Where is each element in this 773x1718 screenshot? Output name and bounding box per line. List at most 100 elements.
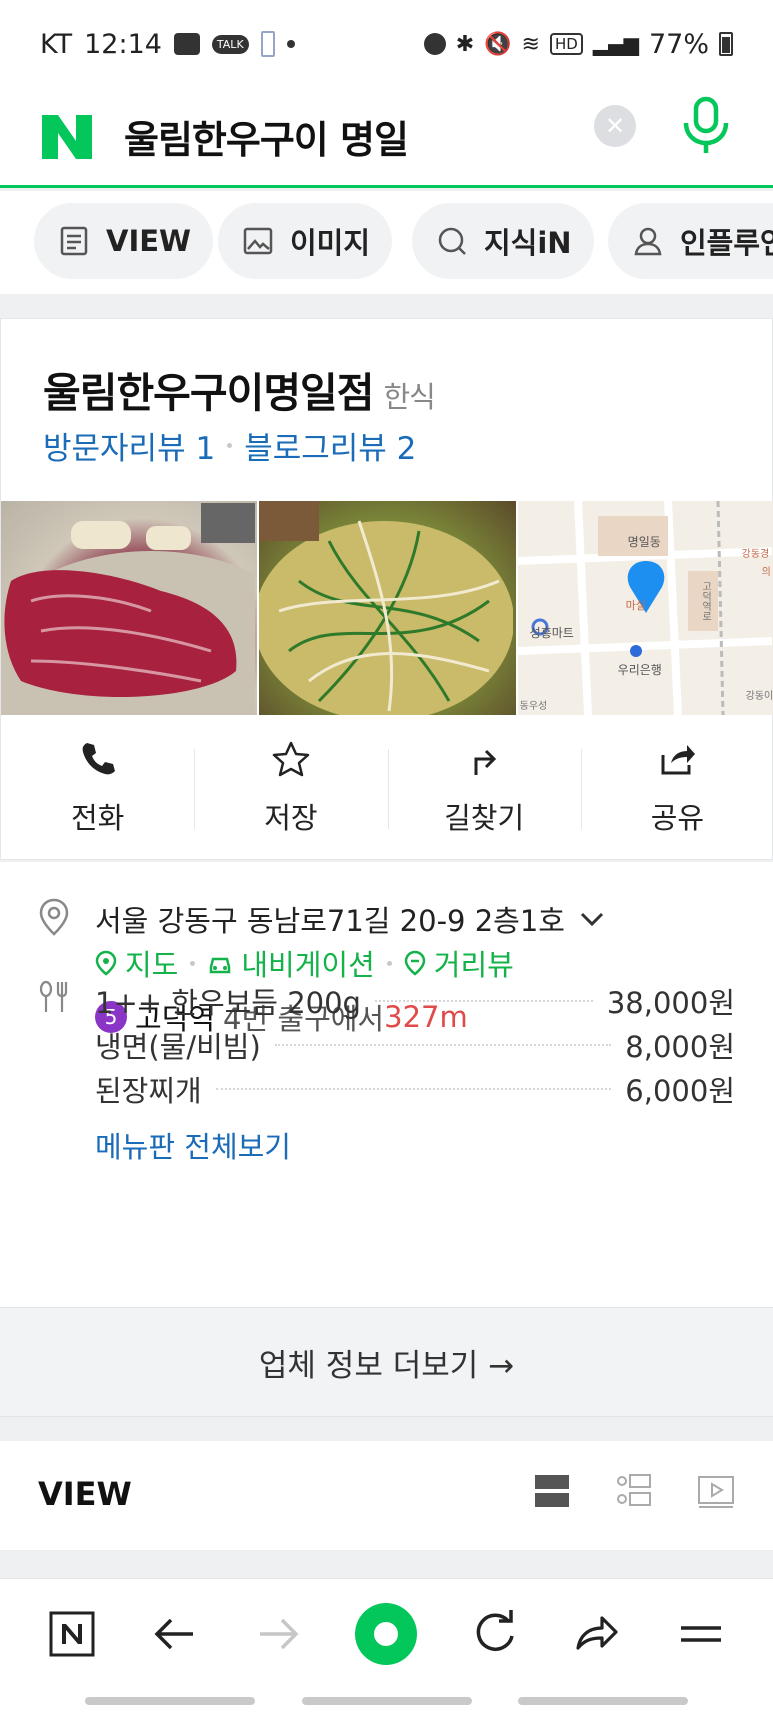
blog-review-link[interactable]: 블로그리뷰 2 <box>244 423 416 468</box>
microphone-icon <box>683 96 729 153</box>
tab-images[interactable]: 이미지 <box>218 203 393 279</box>
green-dot-icon <box>374 1622 399 1646</box>
directions-icon <box>474 749 497 775</box>
streetview-link-label: 거리뷰 <box>433 948 514 982</box>
menu-name: 냉면(물/비빔) <box>95 1030 261 1064</box>
wifi-icon: ≋ <box>521 31 540 57</box>
address-row[interactable]: 서울 강동구 동남로71길 20-9 2층1호 <box>95 898 605 940</box>
map-label-e: 강동경 <box>741 549 770 560</box>
search-bar: 울림한우구이 명일 ✕ <box>0 88 773 188</box>
photo-beef[interactable] <box>1 501 258 715</box>
gesture-handles <box>0 1697 773 1705</box>
menu-icon[interactable] <box>675 1608 727 1660</box>
green-dot-button[interactable] <box>355 1603 418 1665</box>
person-icon <box>634 227 662 256</box>
map-label-f: 강동이 <box>745 691 773 702</box>
map-label-g: 동우성 <box>519 701 548 712</box>
place-category: 한식 <box>383 380 435 414</box>
refresh-icon[interactable] <box>469 1608 521 1660</box>
map-label-i: 의 <box>761 567 771 578</box>
view-section: VIEW <box>0 1441 773 1551</box>
tab-kin[interactable]: 지식iN <box>412 203 594 279</box>
naver-home-icon[interactable] <box>46 1608 98 1660</box>
more-notifications-icon <box>286 40 295 48</box>
menu-dotted-leader <box>215 1088 612 1090</box>
search-input[interactable]: 울림한우구이 명일 <box>124 109 409 164</box>
map-label-h: 고덕역로 <box>699 581 711 621</box>
share-arrow-icon[interactable] <box>572 1608 624 1660</box>
mute-icon: 🔇 <box>484 31 512 57</box>
save-button[interactable]: 저장 <box>194 715 387 861</box>
map-label-a: 명일동 <box>627 535 661 549</box>
menu-name: 된장찌개 <box>95 1074 202 1108</box>
streetview-link[interactable]: 거리뷰 <box>404 942 514 984</box>
category-tabs: VIEW 이미지 지식iN 인플루언 <box>0 191 773 294</box>
gesture-handle <box>85 1697 255 1705</box>
map-label-b: 성흥마트 <box>529 626 574 640</box>
tab-view[interactable]: VIEW <box>34 203 214 279</box>
tab-label: VIEW <box>106 224 192 258</box>
hd-icon: HD <box>549 33 583 55</box>
star-icon <box>272 741 310 777</box>
streetview-pin-icon <box>404 950 426 976</box>
battery-icon <box>719 32 733 56</box>
clear-search-button[interactable]: ✕ <box>594 105 636 147</box>
video-view-icon[interactable] <box>697 1471 735 1511</box>
separator-dot <box>227 443 233 448</box>
menu-item: 1++ 한우보듬 200g 38,000원 <box>95 980 735 1022</box>
tab-label: 이미지 <box>290 226 371 260</box>
alarm-icon <box>423 33 446 55</box>
clock: 12:14 <box>84 28 162 60</box>
menu-full-link[interactable]: 메뉴판 전체보기 <box>95 1124 291 1166</box>
naver-logo-icon[interactable] <box>40 113 94 161</box>
photo-strip: 명일동 성흥마트 우리은행 마실 강동경 강동이 동우성 고덕역로 의 <box>1 501 773 715</box>
place-title[interactable]: 울림한우구이명일점 한식 <box>43 359 436 419</box>
gallery-notification-icon <box>173 33 200 55</box>
tab-influencer[interactable]: 인플루언 <box>608 203 773 279</box>
map-link[interactable]: 지도 <box>95 942 178 984</box>
place-actions: 전화 저장 길찾기 공유 <box>1 715 773 861</box>
menu-price: 38,000원 <box>606 986 735 1020</box>
view-mode-toggles <box>533 1471 735 1511</box>
menu-dotted-leader <box>374 1000 593 1002</box>
menu-utensils-icon <box>39 980 68 1012</box>
bar-notification-icon <box>260 31 275 57</box>
gesture-handle <box>518 1697 688 1705</box>
share-button[interactable]: 공유 <box>580 715 773 861</box>
back-arrow-icon[interactable] <box>149 1608 201 1660</box>
list-view-icon[interactable] <box>615 1471 653 1511</box>
status-bar: KT 12:14 TALK ✱ 🔇 ≋ HD ▂▄▆ 77% <box>0 0 773 88</box>
document-icon <box>60 226 88 256</box>
voice-search-button[interactable] <box>676 93 736 157</box>
view-section-title: VIEW <box>38 1475 132 1513</box>
place-card: 울림한우구이명일점 한식 방문자리뷰 1 블로그리뷰 2 명일동 성흥마트 우리… <box>0 318 773 860</box>
map-links: 지도 내비게이션 거리뷰 <box>95 942 514 984</box>
gesture-handle <box>301 1697 472 1705</box>
call-button[interactable]: 전화 <box>1 715 194 861</box>
address-text: 서울 강동구 동남로71길 20-9 2층1호 <box>95 904 565 938</box>
bluetooth-icon: ✱ <box>455 31 475 57</box>
battery-percent: 77% <box>648 28 709 60</box>
menu-price: 6,000원 <box>625 1074 735 1108</box>
signal-icon: ▂▄▆ <box>592 32 639 56</box>
more-info-button[interactable]: 업체 정보 더보기 → <box>0 1307 773 1417</box>
phone-icon <box>82 743 115 775</box>
directions-button[interactable]: 길찾기 <box>387 715 581 861</box>
search-q-icon <box>438 227 466 255</box>
place-name[interactable]: 울림한우구이명일점 <box>43 369 374 417</box>
forward-arrow-icon[interactable] <box>252 1608 304 1660</box>
visitor-review-link[interactable]: 방문자리뷰 1 <box>43 423 215 468</box>
map-thumbnail[interactable]: 명일동 성흥마트 우리은행 마실 강동경 강동이 동우성 고덕역로 의 <box>517 501 773 715</box>
talk-notification-icon: TALK <box>211 34 249 54</box>
share-icon <box>661 745 696 775</box>
tab-label: 인플루언 <box>680 226 773 260</box>
photo-sprouts[interactable] <box>259 501 516 715</box>
image-icon <box>243 227 273 255</box>
navigation-link[interactable]: 내비게이션 <box>207 942 375 984</box>
action-label: 전화 <box>70 801 125 835</box>
menu-item: 냉면(물/비빔) 8,000원 <box>95 1024 735 1066</box>
card-view-icon[interactable] <box>533 1471 571 1511</box>
location-pin-icon <box>39 898 69 936</box>
menu-item: 된장찌개 6,000원 <box>95 1068 735 1110</box>
menu-dotted-leader <box>274 1044 612 1046</box>
